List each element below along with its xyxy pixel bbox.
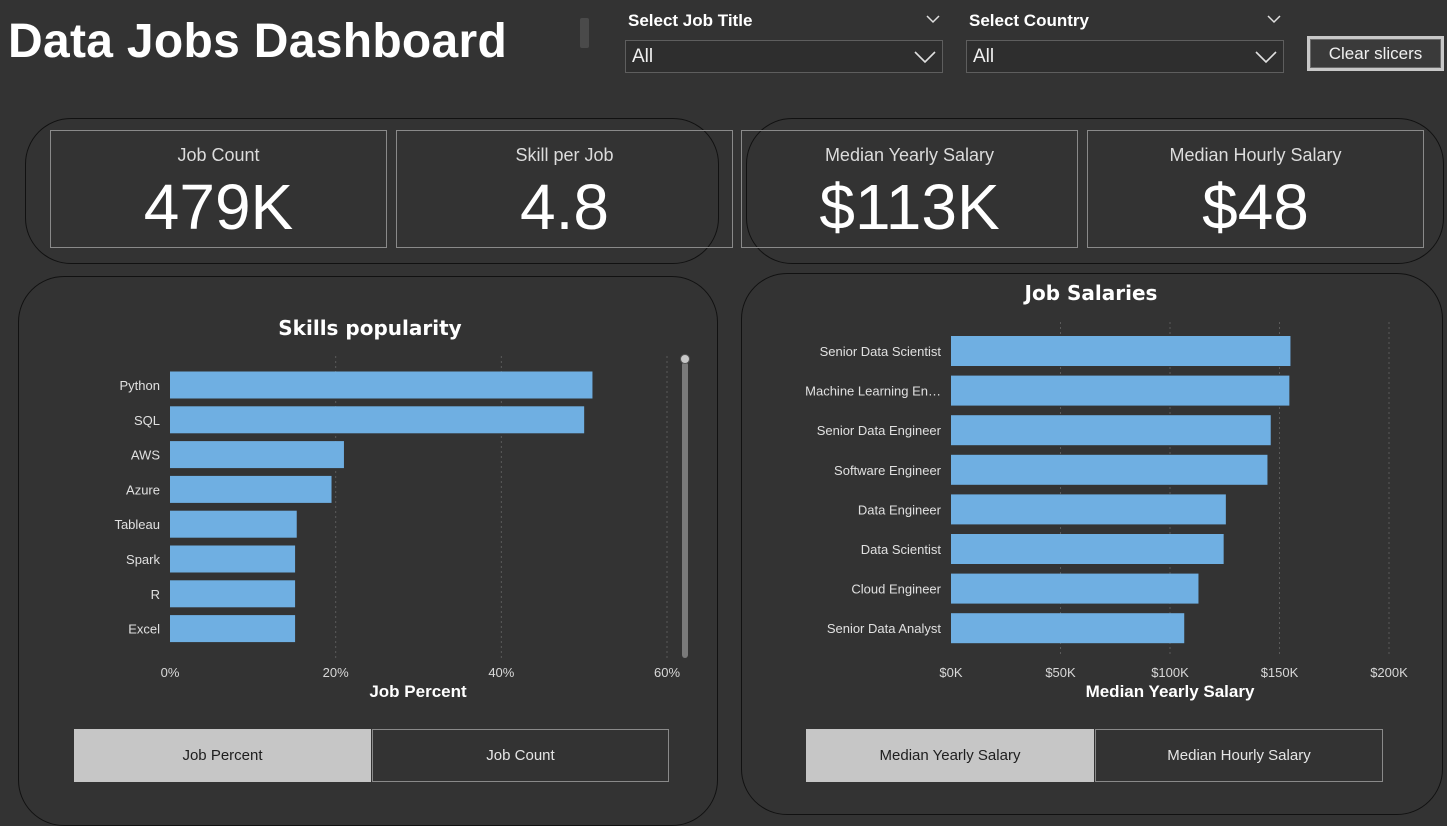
bar	[951, 494, 1226, 525]
category-label: Senior Data Scientist	[820, 344, 942, 359]
category-label: Senior Data Engineer	[817, 423, 942, 438]
bar	[951, 336, 1291, 366]
bar	[951, 613, 1185, 644]
x-tick-label: $0K	[939, 665, 962, 680]
category-label: Software Engineer	[834, 463, 942, 478]
x-tick-label: $100K	[1151, 665, 1189, 680]
bar	[951, 415, 1271, 446]
toggle-median-hourly-salary[interactable]: Median Hourly Salary	[1095, 729, 1383, 782]
x-tick-label: $50K	[1045, 665, 1076, 680]
x-axis-title: Median Yearly Salary	[1086, 682, 1255, 701]
bar	[951, 573, 1199, 604]
category-label: Data Scientist	[861, 542, 942, 557]
bar	[951, 454, 1268, 485]
category-label: Cloud Engineer	[851, 582, 941, 597]
toggle-job-percent[interactable]: Job Percent	[74, 729, 371, 782]
category-label: Machine Learning En…	[805, 384, 941, 399]
bar	[951, 534, 1224, 564]
category-label: Data Engineer	[858, 502, 942, 517]
category-label: Senior Data Analyst	[827, 621, 942, 636]
bar	[951, 375, 1290, 406]
salaries-chart: $0K $50K $100K $150K $200K Senior Data Scient…	[805, 322, 1408, 701]
x-tick-label: $200K	[1370, 665, 1408, 680]
x-tick-label: $150K	[1261, 665, 1299, 680]
toggle-median-yearly-salary[interactable]: Median Yearly Salary	[806, 729, 1094, 782]
toggle-job-count[interactable]: Job Count	[372, 729, 669, 782]
